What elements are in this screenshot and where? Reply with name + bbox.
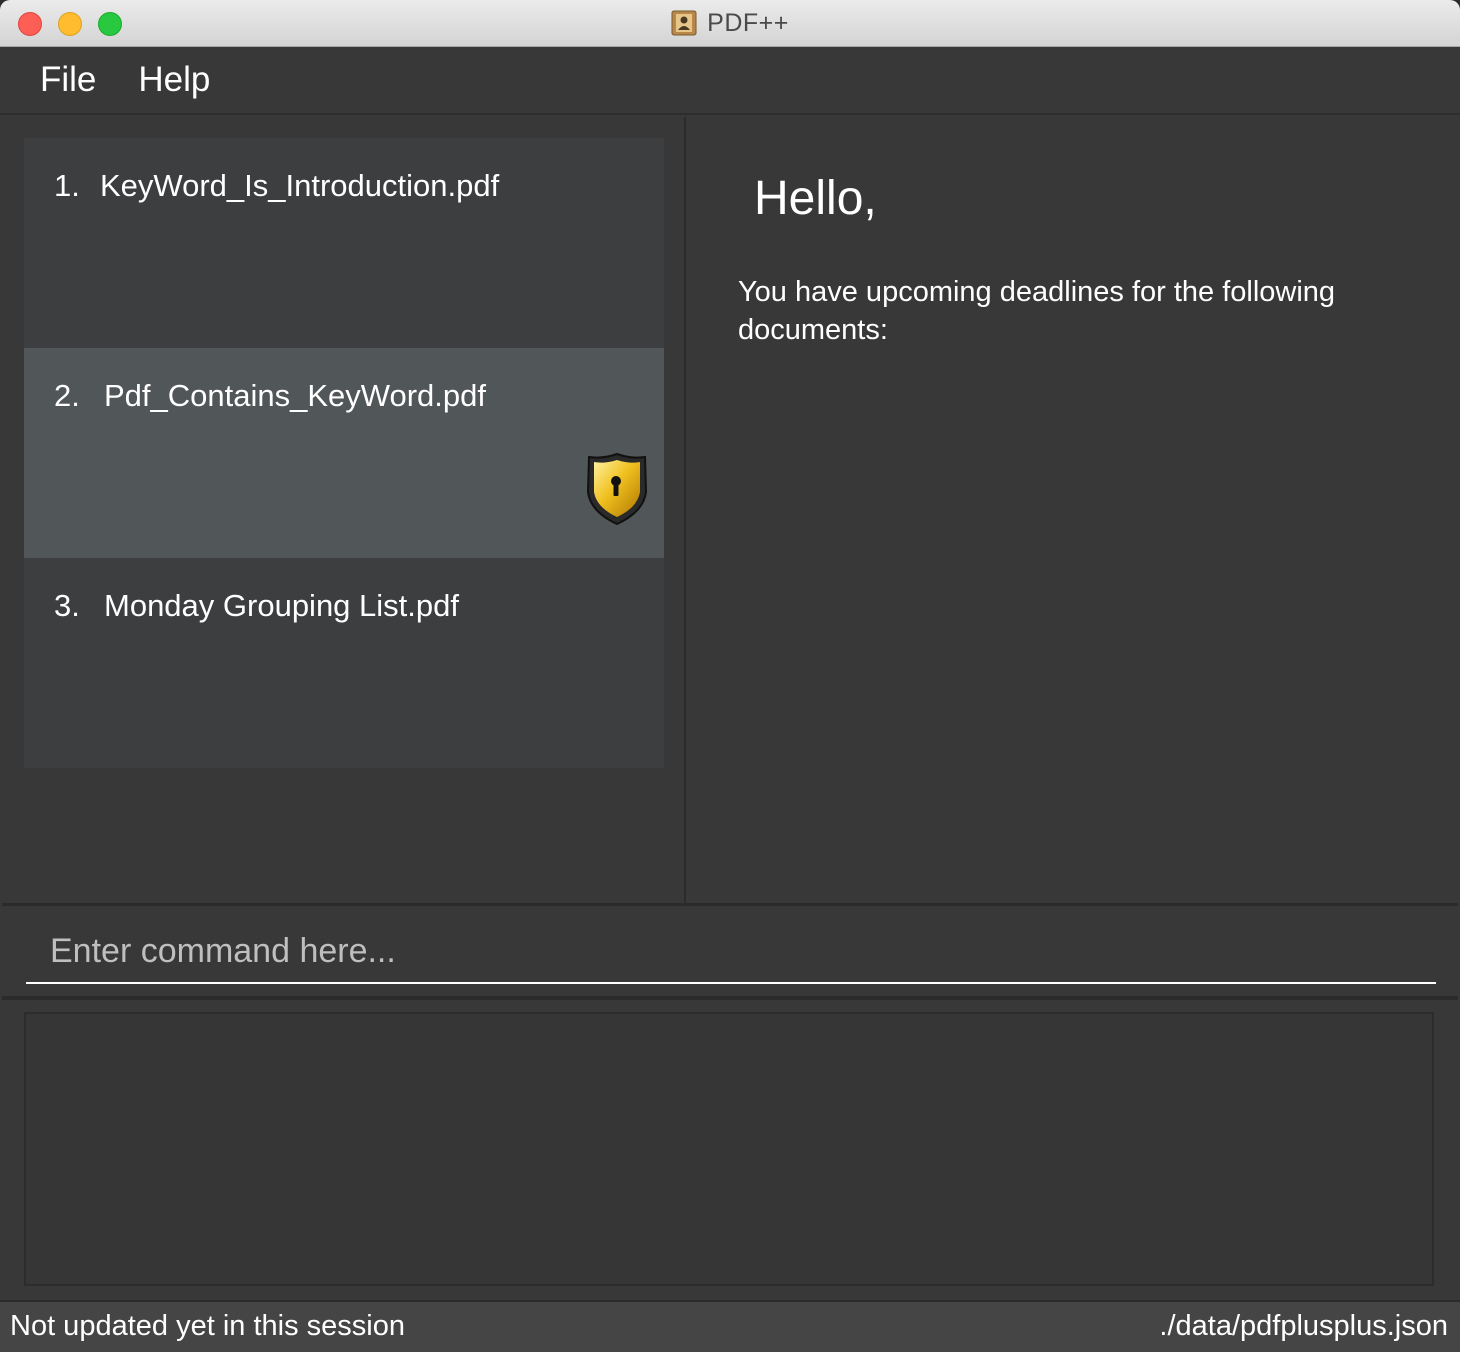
title-bar[interactable]: PDF++ xyxy=(0,0,1460,47)
window-title-group: PDF++ xyxy=(0,0,1460,46)
result-display-box[interactable] xyxy=(24,1012,1434,1286)
document-list[interactable]: 1. KeyWord_Is_Introduction.pdf 2. Pdf_Co… xyxy=(24,138,664,768)
greeting-heading: Hello, xyxy=(754,172,877,225)
detail-pane: Hello, You have upcoming deadlines for t… xyxy=(686,117,1458,903)
document-list-item-selected[interactable]: 2. Pdf_Contains_KeyWord.pdf xyxy=(24,348,664,558)
menu-help[interactable]: Help xyxy=(138,60,210,100)
document-name: KeyWord_Is_Introduction.pdf xyxy=(100,168,500,203)
document-index: 3. xyxy=(54,588,80,623)
document-list-pane: 1. KeyWord_Is_Introduction.pdf 2. Pdf_Co… xyxy=(2,117,684,903)
save-location-text: ./data/pdfplusplus.json xyxy=(1159,1310,1448,1342)
command-input[interactable] xyxy=(26,920,1436,984)
deadlines-message: You have upcoming deadlines for the foll… xyxy=(738,276,1336,346)
document-name: Pdf_Contains_KeyWord.pdf xyxy=(104,378,486,413)
document-list-item[interactable]: 1. KeyWord_Is_Introduction.pdf xyxy=(24,138,664,348)
menu-file[interactable]: File xyxy=(40,60,96,100)
status-bar: Not updated yet in this session ./data/p… xyxy=(0,1300,1460,1352)
command-box xyxy=(2,906,1458,996)
app-icon xyxy=(671,10,697,36)
document-index: 2. xyxy=(54,378,80,413)
document-index: 1. xyxy=(54,168,80,203)
app-window: PDF++ File Help 1. KeyWord_Is_Introducti… xyxy=(0,0,1460,1352)
shield-lock-icon xyxy=(584,452,650,526)
document-name: Monday Grouping List.pdf xyxy=(104,588,459,623)
sync-status-text: Not updated yet in this session xyxy=(10,1310,405,1342)
result-display-area xyxy=(2,1000,1458,1298)
window-title: PDF++ xyxy=(707,8,789,37)
menu-bar: File Help xyxy=(0,47,1460,115)
document-list-item[interactable]: 3. Monday Grouping List.pdf xyxy=(24,558,664,768)
